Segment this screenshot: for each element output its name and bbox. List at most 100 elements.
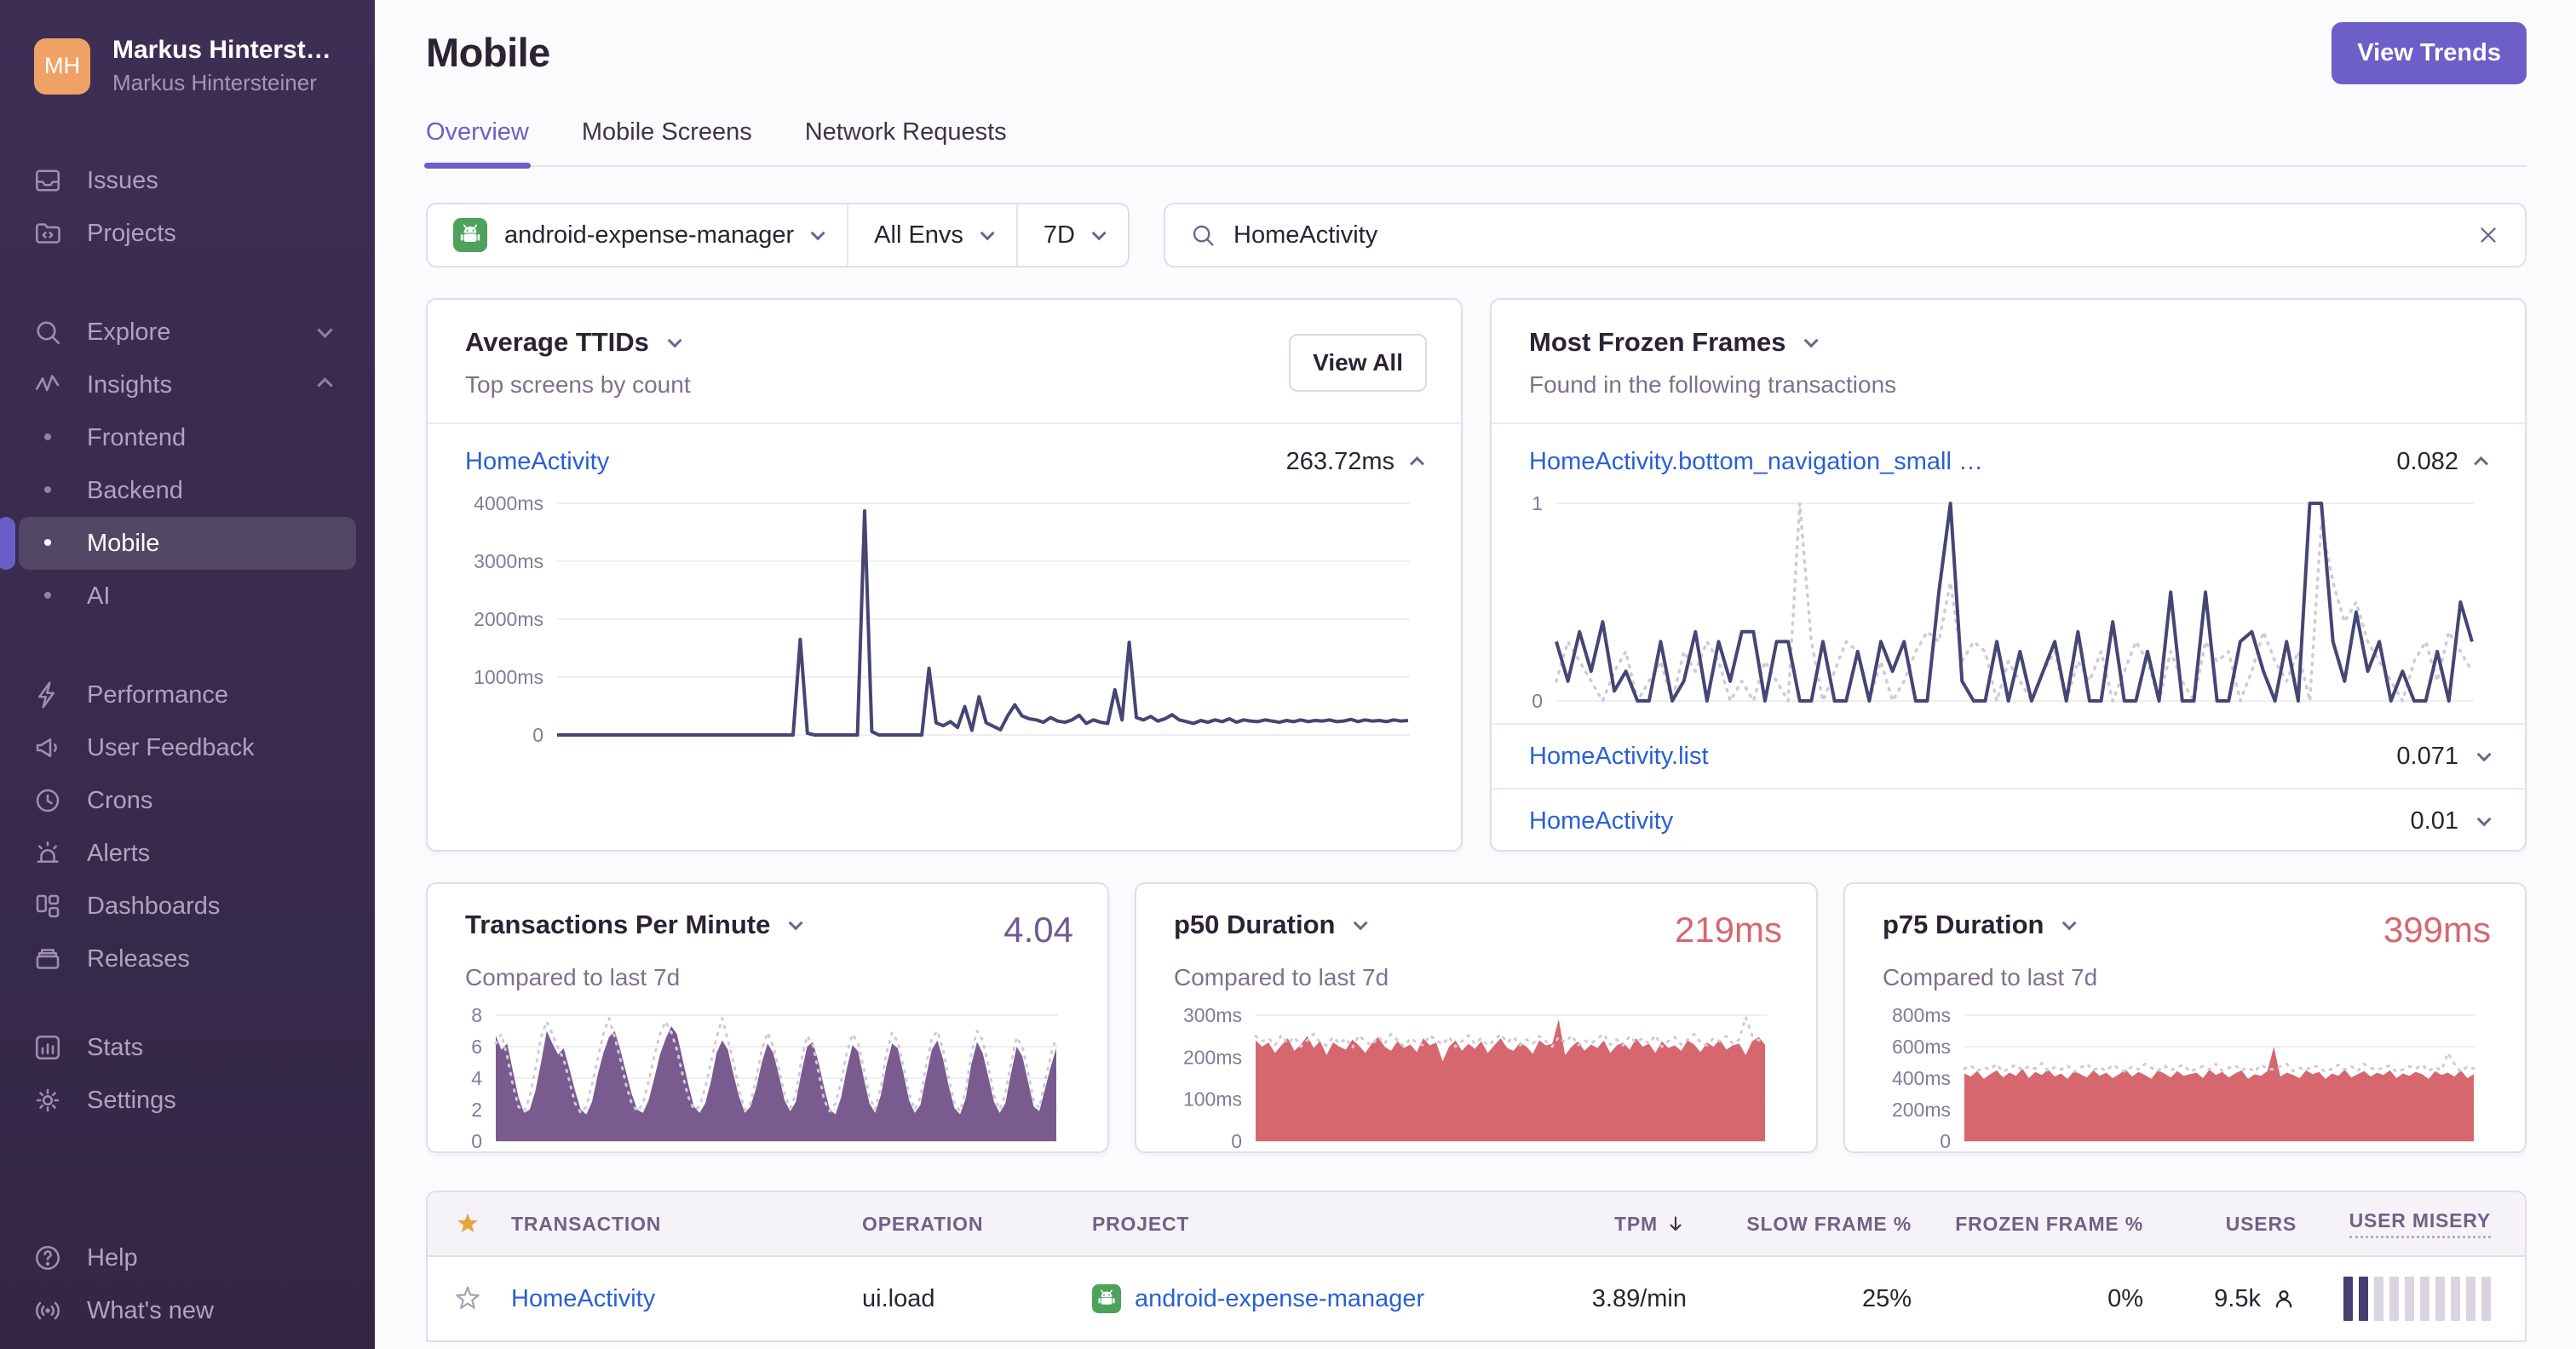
- star-outline-icon[interactable]: [454, 1285, 481, 1312]
- sidebar-item-crons[interactable]: Crons: [19, 774, 356, 827]
- chevron-down-icon[interactable]: [788, 916, 803, 931]
- chevron-up-icon[interactable]: [2474, 456, 2489, 471]
- card-subtitle: Compared to last 7d: [1883, 964, 2098, 990]
- tpm-chart: 8 6 4 2 0: [451, 1003, 1073, 1152]
- sidebar-item-mobile[interactable]: • Mobile: [0, 517, 356, 570]
- chevron-down-icon[interactable]: [2062, 916, 2078, 931]
- view-trends-button[interactable]: View Trends: [2332, 22, 2527, 84]
- sidebar-item-label: Explore: [87, 318, 171, 346]
- column-header-users[interactable]: USERS: [2143, 1213, 2297, 1236]
- sidebar-item-help[interactable]: Help: [19, 1231, 356, 1284]
- svg-text:300ms: 300ms: [1183, 1004, 1242, 1026]
- sidebar-item-explore[interactable]: Explore: [19, 306, 356, 359]
- users-cell: 9.5k: [2143, 1285, 2297, 1313]
- page-title: Mobile: [426, 30, 550, 75]
- svg-text:2000ms: 2000ms: [474, 608, 543, 630]
- page-filters: android-expense-manager All Envs 7D: [426, 203, 1130, 267]
- chevron-down-icon: [810, 226, 825, 241]
- frozen-row-home: HomeActivity 0.01: [1492, 788, 2525, 850]
- p75-chart: 800ms 600ms 400ms 200ms 0: [1869, 1003, 2491, 1151]
- chevron-down-icon: [1091, 226, 1107, 241]
- chevron-down-icon[interactable]: [2476, 812, 2492, 827]
- sidebar-nav: Issues Projects Explore Insights • Front…: [0, 118, 375, 1349]
- screen-link[interactable]: HomeActivity: [465, 448, 609, 476]
- clock-icon: [36, 789, 60, 812]
- environment-selector[interactable]: All Envs: [847, 204, 1016, 266]
- tab-bar: Overview Mobile Screens Network Requests: [424, 118, 2527, 169]
- org-user-switcher[interactable]: MH Markus Hinterst… Markus Hintersteiner: [0, 31, 375, 118]
- sidebar-item-insights[interactable]: Insights: [19, 359, 356, 411]
- user-icon: [2275, 1290, 2292, 1308]
- misery-bar-empty: [2481, 1277, 2491, 1321]
- sidebar-item-label: Dashboards: [87, 892, 221, 920]
- sidebar-item-releases[interactable]: Releases: [19, 933, 356, 985]
- sidebar-item-stats[interactable]: Stats: [19, 1021, 356, 1074]
- chevron-down-icon[interactable]: [1804, 333, 1820, 348]
- sidebar-item-settings[interactable]: Settings: [19, 1074, 356, 1127]
- tab-overview[interactable]: Overview: [424, 118, 531, 169]
- sidebar-item-backend[interactable]: • Backend: [19, 464, 356, 517]
- sidebar-item-user-feedback[interactable]: User Feedback: [19, 721, 356, 774]
- tab-mobile-screens[interactable]: Mobile Screens: [582, 118, 752, 165]
- avg-ttids-card-header: Average TTIDs Top screens by count View …: [428, 300, 1461, 424]
- chevron-up-icon[interactable]: [1410, 456, 1425, 471]
- svg-text:200ms: 200ms: [1183, 1046, 1242, 1068]
- p75-value: 399ms: [2383, 910, 2491, 950]
- sidebar-item-frontend[interactable]: • Frontend: [19, 411, 356, 464]
- column-header-operation[interactable]: OPERATION: [862, 1213, 1092, 1236]
- inbox-icon: [35, 169, 60, 192]
- column-header-user-misery[interactable]: USER MISERY: [2297, 1209, 2525, 1238]
- column-header-transaction[interactable]: TRANSACTION: [508, 1213, 862, 1236]
- svg-text:600ms: 600ms: [1892, 1036, 1951, 1058]
- column-header-frozen-frame[interactable]: FROZEN FRAME %: [1912, 1213, 2143, 1236]
- table-header-row: TRANSACTION OPERATION PROJECT TPM SLOW F…: [428, 1192, 2525, 1257]
- svg-text:0: 0: [1231, 1130, 1242, 1152]
- date-range-selector[interactable]: 7D: [1015, 204, 1128, 266]
- chevron-down-icon[interactable]: [2476, 747, 2492, 762]
- ttid-screen-row: HomeActivity 263.72ms: [428, 424, 1461, 486]
- column-header-slow-frame[interactable]: SLOW FRAME %: [1687, 1213, 1912, 1236]
- sidebar-item-ai[interactable]: • AI: [19, 570, 356, 623]
- project-selector[interactable]: android-expense-manager: [428, 204, 847, 266]
- svg-text:0: 0: [471, 1130, 482, 1152]
- transaction-link[interactable]: HomeActivity: [511, 1285, 655, 1312]
- sidebar-item-issues[interactable]: Issues: [19, 154, 356, 207]
- chevron-down-icon[interactable]: [667, 333, 682, 348]
- transaction-value: 0.01: [2410, 807, 2458, 835]
- view-all-button[interactable]: View All: [1289, 334, 1427, 392]
- transaction-link[interactable]: HomeActivity.bottom_navigation_small …: [1529, 448, 1983, 476]
- sidebar-item-dashboards[interactable]: Dashboards: [19, 880, 356, 933]
- project-selector-value: android-expense-manager: [504, 221, 795, 249]
- bullet-icon: •: [43, 582, 53, 610]
- column-header-project[interactable]: PROJECT: [1092, 1213, 1501, 1236]
- folder-icon: [35, 223, 60, 244]
- p50-card: p50 Duration 219ms Compared to last 7d 3…: [1135, 882, 1818, 1153]
- sidebar-item-label: User Feedback: [87, 733, 255, 761]
- transaction-link[interactable]: HomeActivity: [1529, 807, 1673, 835]
- search-input[interactable]: [1233, 221, 2458, 250]
- misery-bar-empty: [2435, 1277, 2445, 1321]
- sidebar-item-alerts[interactable]: Alerts: [19, 827, 356, 880]
- siren-icon: [37, 841, 59, 864]
- close-icon[interactable]: [2475, 222, 2501, 248]
- misery-bar-empty: [2420, 1277, 2429, 1321]
- chevron-down-icon[interactable]: [1354, 916, 1369, 931]
- transactions-table: TRANSACTION OPERATION PROJECT TPM SLOW F…: [426, 1191, 2527, 1342]
- stat-cards-row: Transactions Per Minute 4.04 Compared to…: [426, 882, 2527, 1153]
- broadcast-icon: [36, 1301, 60, 1320]
- chevron-down-icon: [980, 226, 995, 241]
- insight-cards-row: Average TTIDs Top screens by count View …: [426, 298, 2527, 852]
- sidebar: MH Markus Hinterst… Markus Hintersteiner…: [0, 0, 375, 1349]
- environment-selector-value: All Envs: [874, 221, 963, 249]
- sidebar-item-performance[interactable]: Performance: [19, 669, 356, 721]
- sidebar-item-whats-new[interactable]: What's new: [19, 1284, 356, 1337]
- column-header-tpm[interactable]: TPM: [1501, 1213, 1687, 1236]
- project-link[interactable]: android-expense-manager: [1135, 1285, 1424, 1313]
- tab-network-requests[interactable]: Network Requests: [805, 118, 1007, 165]
- transaction-link[interactable]: HomeActivity.list: [1529, 743, 1709, 771]
- svg-text:100ms: 100ms: [1183, 1088, 1242, 1111]
- p75-card: p75 Duration 399ms Compared to last 7d 8…: [1843, 882, 2527, 1153]
- graph-icon: [35, 375, 60, 392]
- sidebar-item-projects[interactable]: Projects: [19, 207, 356, 260]
- svg-text:1: 1: [1532, 492, 1543, 514]
